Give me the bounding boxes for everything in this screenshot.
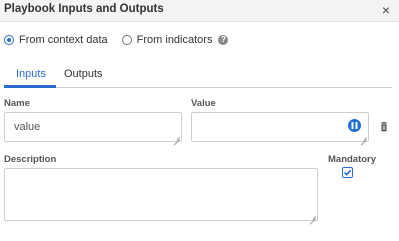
question-circle-icon[interactable]: ?	[218, 35, 229, 45]
description-field[interactable]	[4, 168, 318, 221]
dialog-title: Playbook Inputs and Outputs	[4, 3, 164, 15]
radio-label: From indicators	[136, 34, 213, 46]
name-label: Name	[4, 98, 30, 109]
radio-selected-indicator[interactable]	[4, 35, 14, 45]
description-label: Description	[4, 154, 57, 165]
value-label: Value	[191, 98, 216, 109]
radio-from-context-data[interactable]: From context data	[4, 34, 108, 46]
active-tab-indicator	[4, 85, 56, 88]
mandatory-checkbox[interactable]	[342, 167, 353, 178]
resize-handle[interactable]	[174, 134, 180, 140]
dialog-header: Playbook Inputs and Outputs ×	[0, 0, 399, 22]
radio-unselected-indicator[interactable]	[121, 35, 132, 45]
tab-bar: Inputs Outputs	[4, 60, 392, 88]
value-field[interactable]	[191, 112, 369, 142]
name-field[interactable]: value	[4, 112, 182, 142]
checkmark-icon	[343, 169, 352, 176]
close-icon[interactable]: ×	[382, 2, 390, 18]
resize-handle[interactable]	[310, 213, 316, 219]
trash-icon[interactable]	[379, 119, 389, 132]
tab-inputs[interactable]: Inputs	[16, 68, 46, 80]
tab-outputs[interactable]: Outputs	[64, 68, 103, 80]
source-radio-group: From context data From indicators ?	[4, 34, 229, 46]
radio-from-indicators[interactable]: From indicators	[121, 34, 213, 46]
resize-handle[interactable]	[361, 134, 367, 140]
mandatory-label: Mandatory	[328, 154, 377, 165]
context-data-icon[interactable]	[348, 119, 361, 132]
name-field-value: value	[14, 121, 41, 133]
radio-label: From context data	[19, 34, 108, 46]
